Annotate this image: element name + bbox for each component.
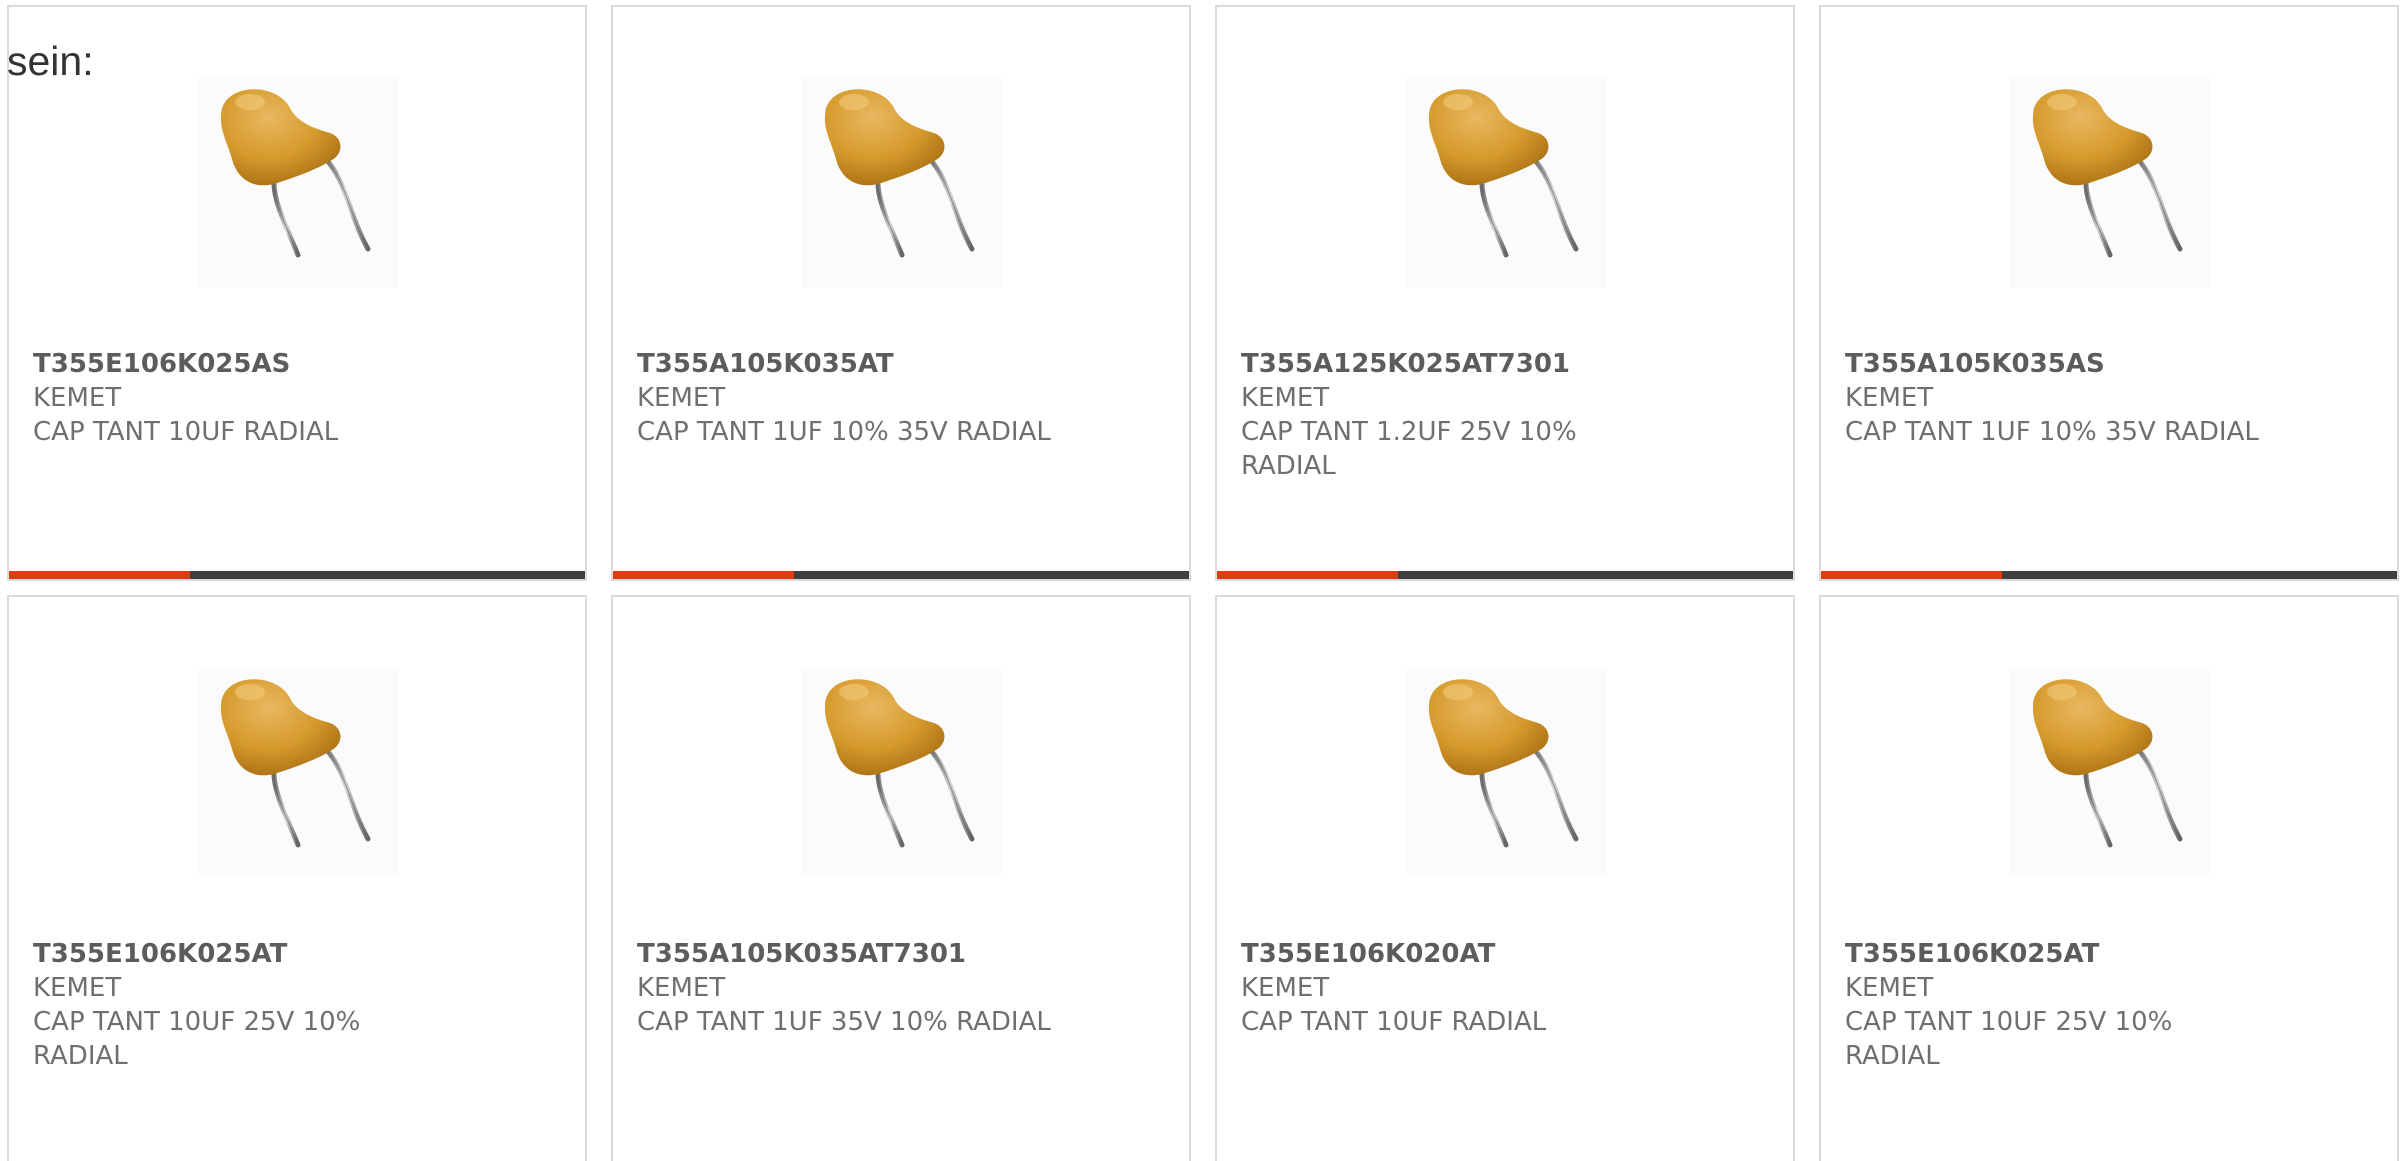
- product-description: CAP TANT 1UF 10% 35V RADIAL: [637, 417, 1051, 447]
- card-progress-bar: [1217, 571, 1793, 579]
- product-info: T355A125K025AT7301 KEMET CAP TANT 1.2UF …: [1241, 347, 1761, 483]
- part-number: T355A125K025AT7301: [1241, 349, 1571, 379]
- card-progress-fill: [9, 571, 191, 579]
- card-progress-fill: [1821, 571, 2003, 579]
- product-description: CAP TANT 10UF 25V 10% RADIAL: [1845, 1007, 2173, 1071]
- tantalum-capacitor-icon: [824, 89, 975, 258]
- product-page: sein: T355E106K025AS KEMET CAP TANT 10UF…: [0, 0, 2400, 1161]
- product-card[interactable]: T355E106K025AS KEMET CAP TANT 10UF RADIA…: [7, 5, 587, 581]
- manufacturer: KEMET: [1845, 973, 1934, 1003]
- part-number: T355A105K035AS: [1845, 349, 2105, 379]
- manufacturer: KEMET: [1845, 383, 1934, 413]
- product-description: CAP TANT 10UF RADIAL: [1241, 1007, 1547, 1037]
- card-progress-fill: [613, 571, 795, 579]
- product-description: CAP TANT 1UF 35V 10% RADIAL: [637, 1007, 1051, 1037]
- product-image: [198, 667, 398, 877]
- product-description: CAP TANT 1UF 10% 35V RADIAL: [1845, 417, 2259, 447]
- product-description: CAP TANT 1.2UF 25V 10% RADIAL: [1241, 417, 1577, 481]
- product-description: CAP TANT 10UF RADIAL: [33, 417, 339, 447]
- product-info: T355A105K035AT7301 KEMET CAP TANT 1UF 35…: [637, 937, 1157, 1039]
- product-card[interactable]: T355E106K020AT KEMET CAP TANT 10UF RADIA…: [1215, 595, 1795, 1161]
- part-number: T355A105K035AT: [637, 349, 894, 379]
- card-progress-fill: [1217, 571, 1399, 579]
- product-card[interactable]: T355A105K035AT7301 KEMET CAP TANT 1UF 35…: [611, 595, 1191, 1161]
- product-image: [1406, 77, 1606, 287]
- product-description: CAP TANT 10UF 25V 10% RADIAL: [33, 1007, 361, 1071]
- manufacturer: KEMET: [1241, 973, 1330, 1003]
- manufacturer: KEMET: [33, 383, 122, 413]
- tantalum-capacitor-icon: [220, 679, 371, 848]
- product-card[interactable]: T355A125K025AT7301 KEMET CAP TANT 1.2UF …: [1215, 5, 1795, 581]
- product-grid: T355E106K025AS KEMET CAP TANT 10UF RADIA…: [7, 5, 2399, 1161]
- product-card[interactable]: T355E106K025AT KEMET CAP TANT 10UF 25V 1…: [1819, 595, 2399, 1161]
- product-card[interactable]: T355A105K035AT KEMET CAP TANT 1UF 10% 35…: [611, 5, 1191, 581]
- tantalum-capacitor-icon: [1428, 679, 1579, 848]
- product-info: T355A105K035AT KEMET CAP TANT 1UF 10% 35…: [637, 347, 1157, 449]
- manufacturer: KEMET: [33, 973, 122, 1003]
- card-progress-bar: [613, 571, 1189, 579]
- tantalum-capacitor-icon: [2032, 679, 2183, 848]
- product-info: T355E106K025AT KEMET CAP TANT 10UF 25V 1…: [1845, 937, 2365, 1073]
- tantalum-capacitor-icon: [1428, 89, 1579, 258]
- product-card[interactable]: T355A105K035AS KEMET CAP TANT 1UF 10% 35…: [1819, 5, 2399, 581]
- product-image: [2010, 667, 2210, 877]
- tantalum-capacitor-icon: [824, 679, 975, 848]
- card-progress-bar: [9, 571, 585, 579]
- section-heading: sein:: [7, 38, 94, 84]
- manufacturer: KEMET: [637, 383, 726, 413]
- tantalum-capacitor-icon: [220, 89, 371, 258]
- product-card[interactable]: T355E106K025AT KEMET CAP TANT 10UF 25V 1…: [7, 595, 587, 1161]
- manufacturer: KEMET: [637, 973, 726, 1003]
- product-image: [1406, 667, 1606, 877]
- part-number: T355E106K025AT: [1845, 939, 2100, 969]
- manufacturer: KEMET: [1241, 383, 1330, 413]
- part-number: T355E106K025AT: [33, 939, 288, 969]
- card-progress-bar: [1821, 571, 2397, 579]
- product-info: T355E106K025AS KEMET CAP TANT 10UF RADIA…: [33, 347, 553, 449]
- part-number: T355E106K020AT: [1241, 939, 1496, 969]
- part-number: T355E106K025AS: [33, 349, 291, 379]
- product-image: [198, 77, 398, 287]
- product-image: [2010, 77, 2210, 287]
- product-image: [802, 77, 1002, 287]
- product-info: T355E106K025AT KEMET CAP TANT 10UF 25V 1…: [33, 937, 553, 1073]
- tantalum-capacitor-icon: [2032, 89, 2183, 258]
- product-info: T355E106K020AT KEMET CAP TANT 10UF RADIA…: [1241, 937, 1761, 1039]
- part-number: T355A105K035AT7301: [637, 939, 967, 969]
- product-image: [802, 667, 1002, 877]
- product-info: T355A105K035AS KEMET CAP TANT 1UF 10% 35…: [1845, 347, 2365, 449]
